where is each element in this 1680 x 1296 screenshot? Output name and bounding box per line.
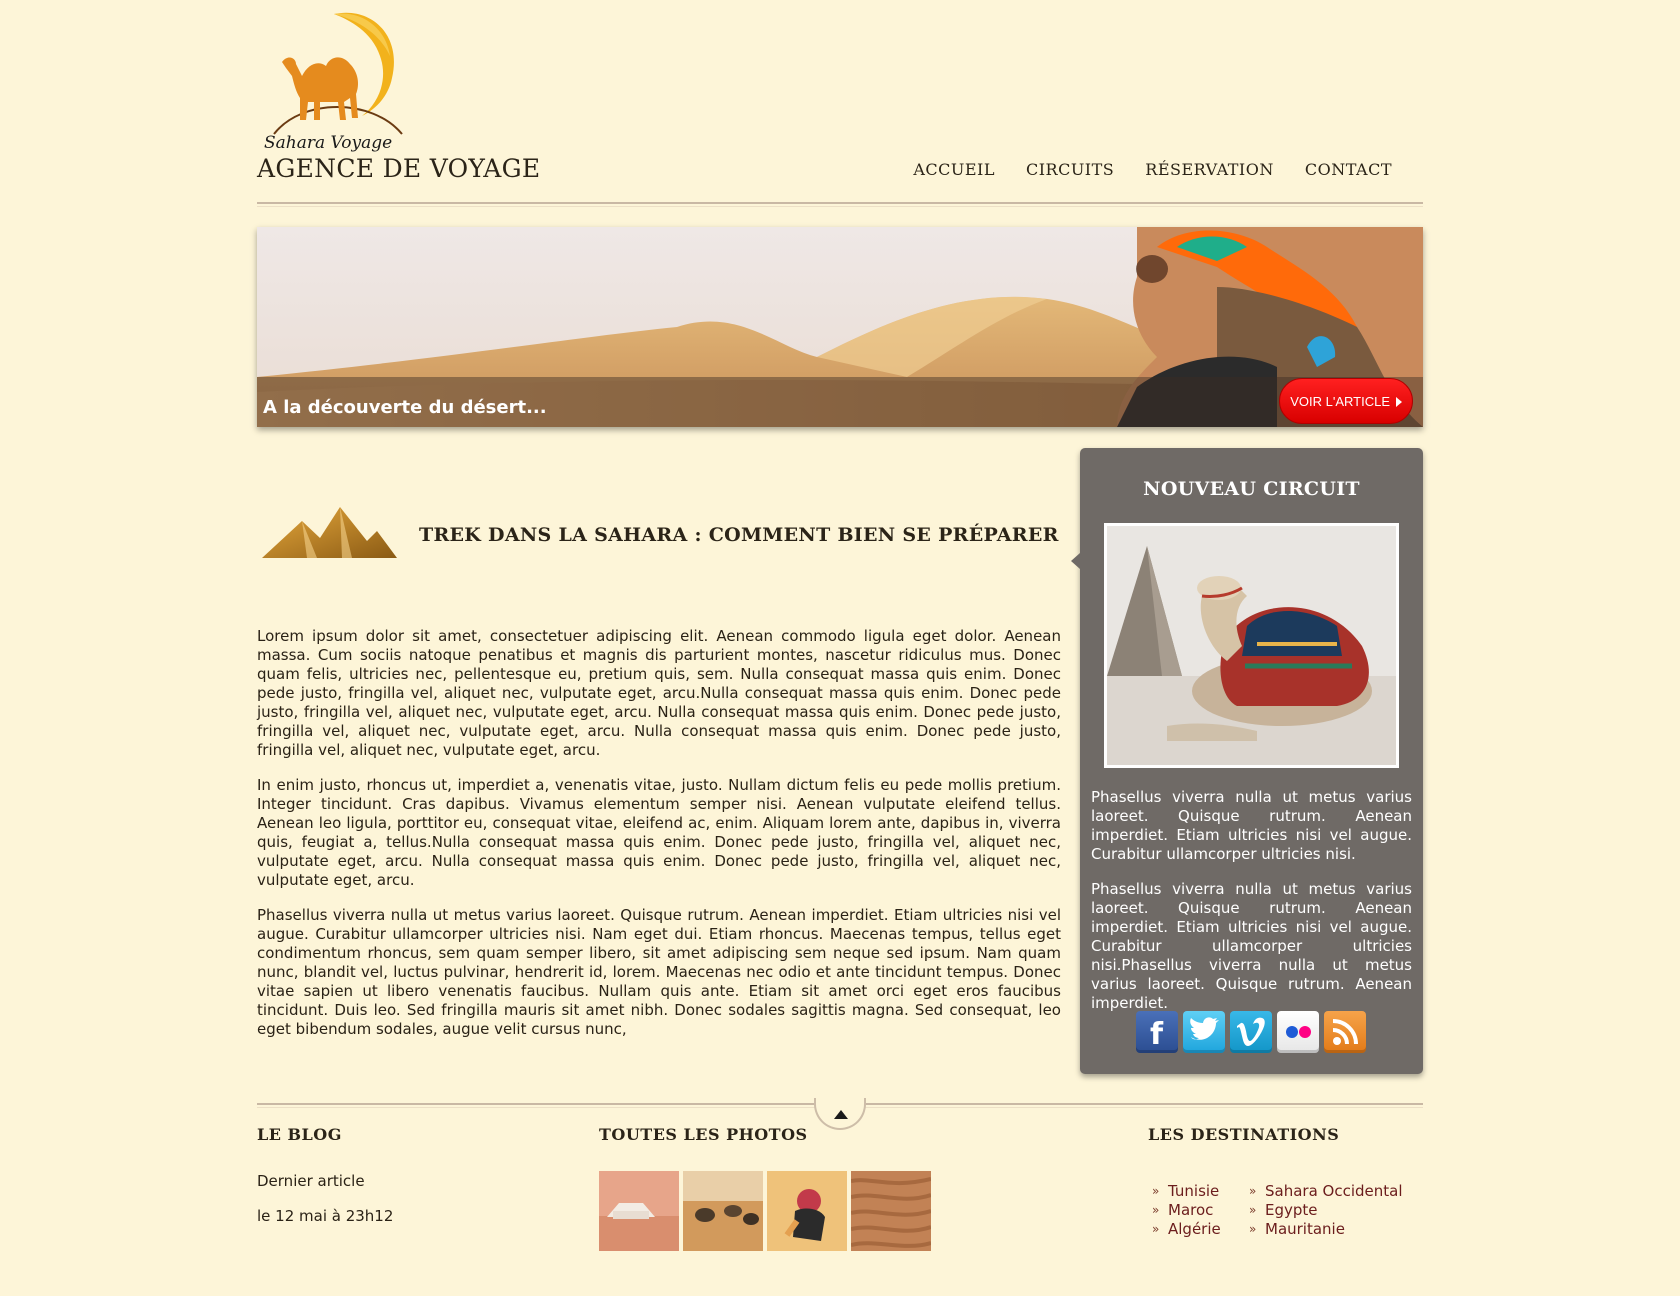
nav-contact[interactable]: CONTACT xyxy=(1305,160,1392,179)
rss-icon[interactable] xyxy=(1324,1011,1366,1053)
destination-link-maroc[interactable]: Maroc xyxy=(1152,1201,1221,1220)
site-tagline: AGENCE DE VOYAGE xyxy=(257,154,541,183)
social-links: f xyxy=(1136,1011,1366,1053)
read-article-label: VOIR L'ARTICLE xyxy=(1290,394,1390,409)
destination-link-egypte[interactable]: Egypte xyxy=(1249,1201,1403,1220)
destination-link-sahara-occidental[interactable]: Sahara Occidental xyxy=(1249,1182,1403,1201)
sidebar-new-circuit: NOUVEAU CIRCUIT Phasellus viverra nulla … xyxy=(1071,448,1423,1074)
banner-caption: A la découverte du désert... xyxy=(263,397,547,418)
destination-link-tunisie[interactable]: Tunisie xyxy=(1152,1182,1221,1201)
play-arrow-icon xyxy=(1396,397,1402,407)
photo-thumbnail[interactable] xyxy=(683,1171,763,1251)
read-article-button[interactable]: VOIR L'ARTICLE xyxy=(1279,378,1413,424)
pyramids-icon xyxy=(262,503,397,563)
photo-gallery xyxy=(599,1171,931,1251)
photo-thumbnail[interactable] xyxy=(767,1171,847,1251)
svg-text:f: f xyxy=(1150,1017,1164,1052)
destinations-list-1: Tunisie Maroc Algérie xyxy=(1152,1182,1221,1239)
scroll-to-top-button[interactable] xyxy=(814,1098,866,1130)
nav-accueil[interactable]: ACCUEIL xyxy=(913,160,995,179)
article-body: Lorem ipsum dolor sit amet, consectetuer… xyxy=(257,627,1061,1055)
svg-text:Sahara Voyage: Sahara Voyage xyxy=(264,133,392,153)
main-nav: ACCUEIL CIRCUITS RÉSERVATION CONTACT xyxy=(913,160,1392,179)
vimeo-icon[interactable] xyxy=(1230,1011,1272,1053)
flickr-icon[interactable] xyxy=(1277,1011,1319,1053)
hero-banner: A la découverte du désert... VOIR L'ARTI… xyxy=(257,227,1423,427)
blog-title: LE BLOG xyxy=(257,1125,342,1144)
sidebar-pointer xyxy=(1071,553,1080,569)
sidebar-paragraph: Phasellus viverra nulla ut metus varius … xyxy=(1091,880,1412,1012)
sidebar-text: Phasellus viverra nulla ut metus varius … xyxy=(1091,788,1412,1029)
facebook-icon[interactable]: f xyxy=(1136,1011,1178,1053)
destination-link-algerie[interactable]: Algérie xyxy=(1152,1220,1221,1239)
destinations-list-2: Sahara Occidental Egypte Mauritanie xyxy=(1249,1182,1403,1239)
twitter-icon[interactable] xyxy=(1183,1011,1225,1053)
destination-link-mauritanie[interactable]: Mauritanie xyxy=(1249,1220,1403,1239)
camel-photo[interactable] xyxy=(1104,523,1399,768)
sidebar-title: NOUVEAU CIRCUIT xyxy=(1143,478,1360,500)
nav-reservation[interactable]: RÉSERVATION xyxy=(1145,160,1274,179)
photo-thumbnail[interactable] xyxy=(599,1171,679,1251)
article-paragraph: Lorem ipsum dolor sit amet, consectetuer… xyxy=(257,627,1061,759)
blog-latest-label[interactable]: Dernier article xyxy=(257,1172,365,1190)
header-divider xyxy=(257,202,1423,207)
article-title: TREK DANS LA SAHARA : COMMENT BIEN SE PR… xyxy=(419,524,1059,546)
article-paragraph: Phasellus viverra nulla ut metus varius … xyxy=(257,906,1061,1038)
site-logo[interactable]: Sahara Voyage xyxy=(262,6,412,154)
photos-title: TOUTES LES PHOTOS xyxy=(599,1125,808,1144)
arrow-up-icon xyxy=(834,1110,848,1119)
photo-thumbnail[interactable] xyxy=(851,1171,931,1251)
sidebar-paragraph: Phasellus viverra nulla ut metus varius … xyxy=(1091,788,1412,863)
article-paragraph: In enim justo, rhoncus ut, imperdiet a, … xyxy=(257,776,1061,889)
destinations-title: LES DESTINATIONS xyxy=(1148,1125,1340,1144)
nav-circuits[interactable]: CIRCUITS xyxy=(1026,160,1114,179)
blog-date: le 12 mai à 23h12 xyxy=(257,1207,394,1225)
